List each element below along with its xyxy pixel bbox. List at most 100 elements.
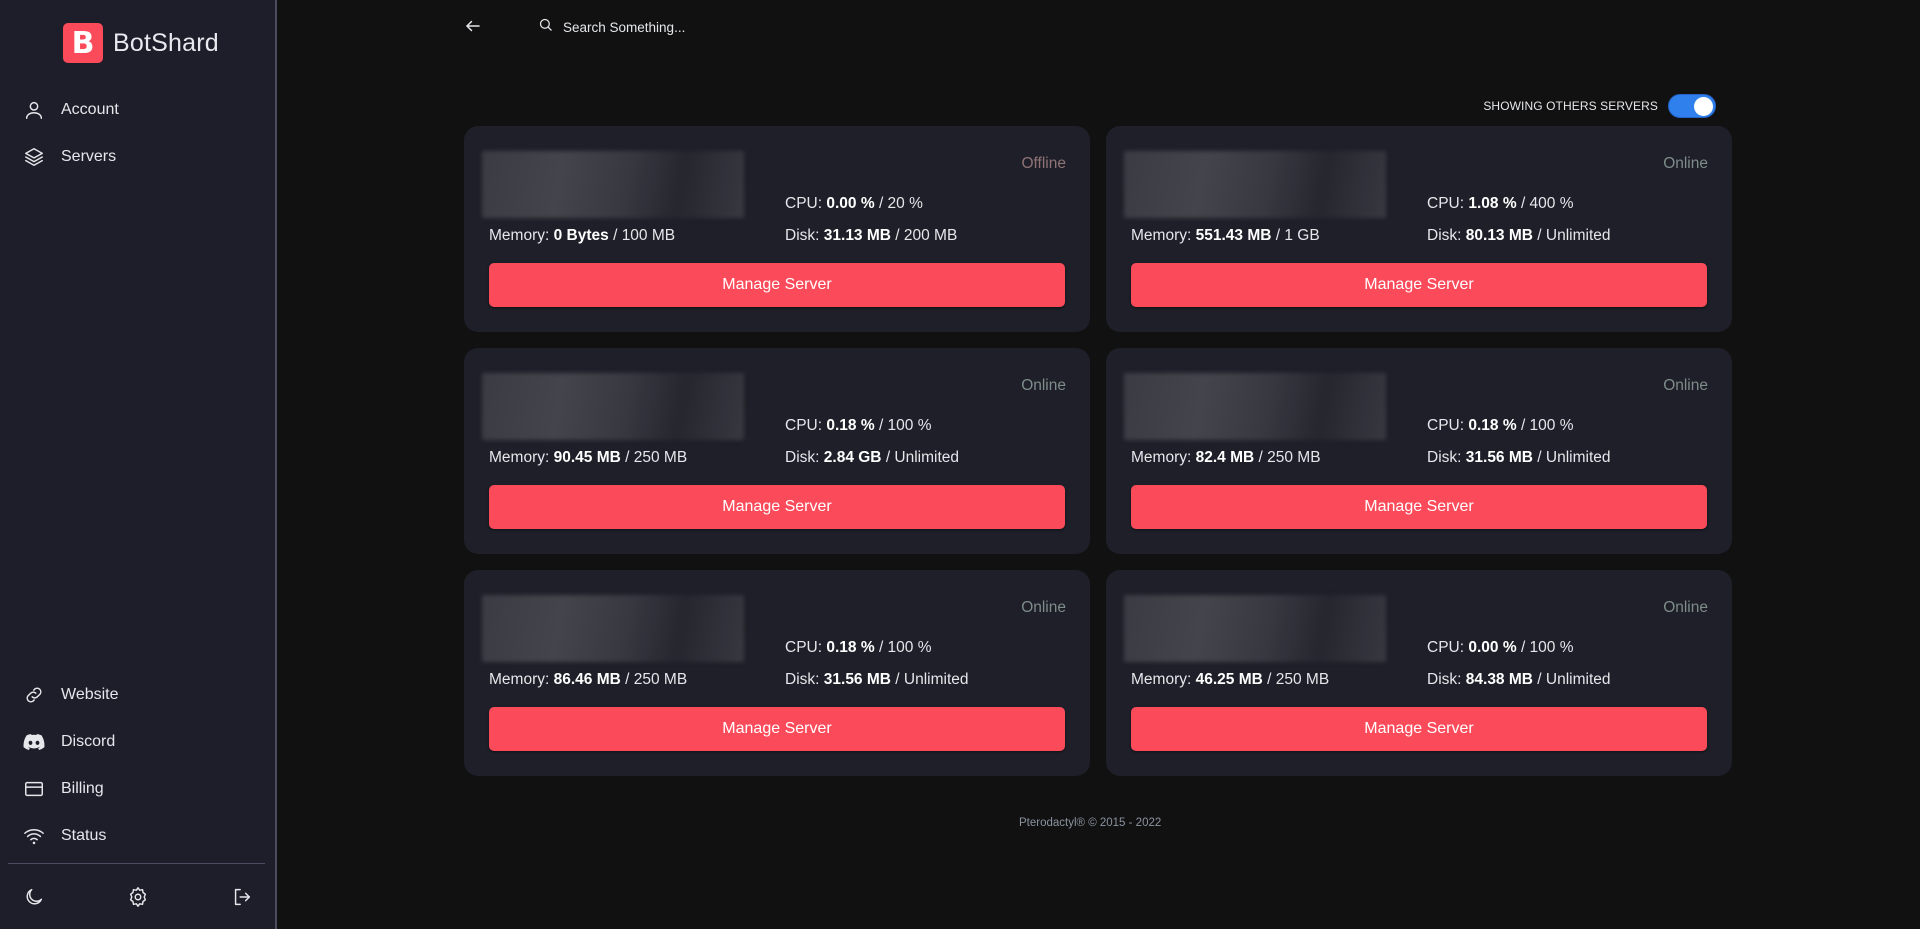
server-card: Online CPU: 0.18 % / 100 % Memory: 90.45… [464,348,1090,554]
sidebar-item-label: Account [61,101,119,118]
cpu-used: 1.08 % [1468,195,1517,212]
toggle-label: SHOWING OTHERS SERVERS [1483,99,1658,113]
memory-label: Memory: [1131,227,1192,244]
logout-icon[interactable] [231,886,255,910]
sidebar-item-discord[interactable]: Discord [22,724,252,760]
server-grid: Offline CPU: 0.00 % / 20 % Memory: 0 Byt… [464,126,1732,776]
disk-used: 31.56 MB [823,671,891,688]
disk-label: Disk: [785,227,820,244]
sidebar-item-website[interactable]: Website [22,677,252,713]
disk-stat: Disk: 80.13 MB / Unlimited [1427,227,1611,245]
sidebar-divider [8,863,265,864]
sidebar: B BotShard Account Servers Website Disco… [0,0,277,929]
cpu-limit: / 400 % [1520,195,1574,212]
cpu-stat: CPU: 0.18 % / 100 % [785,417,932,435]
disk-stat: Disk: 31.13 MB / 200 MB [785,227,957,245]
memory-limit: / 1 GB [1275,227,1320,244]
cpu-label: CPU: [1427,639,1465,656]
manage-server-button[interactable]: Manage Server [489,485,1065,529]
cpu-limit: / 100 % [878,417,932,434]
sidebar-item-label: Servers [61,148,117,165]
server-card: Online CPU: 0.00 % / 100 % Memory: 46.25… [1106,570,1732,776]
server-status: Online [1663,377,1708,394]
disk-label: Disk: [1427,449,1462,466]
server-status: Offline [1021,155,1066,172]
memory-stat: Memory: 86.46 MB / 250 MB [489,671,687,689]
server-name-redacted[interactable] [1124,373,1386,440]
server-status: Online [1021,377,1066,394]
footer-copyright: Pterodactyl® © 2015 - 2022 [1019,817,1162,829]
disk-limit: / Unlimited [1537,671,1611,688]
manage-server-button[interactable]: Manage Server [489,263,1065,307]
brand-name: BotShard [113,28,219,57]
memory-used: 551.43 MB [1195,227,1272,244]
cpu-used: 0.00 % [826,195,875,212]
search-bar [538,14,938,40]
manage-server-button[interactable]: Manage Server [489,707,1065,751]
memory-limit: / 250 MB [625,671,688,688]
memory-limit: / 100 MB [613,227,676,244]
cpu-stat: CPU: 0.00 % / 20 % [785,195,923,213]
sidebar-item-label: Status [61,827,107,844]
server-name-redacted[interactable] [482,595,744,662]
memory-used: 82.4 MB [1195,449,1255,466]
memory-stat: Memory: 46.25 MB / 250 MB [1131,671,1329,689]
disk-used: 2.84 GB [823,449,882,466]
memory-stat: Memory: 90.45 MB / 250 MB [489,449,687,467]
server-status: Online [1021,599,1066,616]
server-status: Online [1663,599,1708,616]
memory-label: Memory: [1131,671,1192,688]
disk-label: Disk: [1427,227,1462,244]
memory-limit: / 250 MB [625,449,688,466]
link-icon [22,684,46,706]
disk-label: Disk: [1427,671,1462,688]
memory-used: 90.45 MB [553,449,621,466]
sidebar-item-servers[interactable]: Servers [22,139,252,175]
cpu-label: CPU: [785,417,823,434]
wifi-icon [22,825,46,847]
disk-stat: Disk: 31.56 MB / Unlimited [785,671,969,689]
server-name-redacted[interactable] [1124,595,1386,662]
brand[interactable]: B BotShard [63,23,219,63]
memory-used: 46.25 MB [1195,671,1263,688]
cpu-label: CPU: [785,639,823,656]
sidebar-item-label: Discord [61,733,116,750]
cpu-stat: CPU: 0.18 % / 100 % [785,639,932,657]
back-button[interactable] [464,17,484,37]
server-name-redacted[interactable] [482,373,744,440]
cpu-label: CPU: [785,195,823,212]
memory-used: 86.46 MB [553,671,621,688]
show-others-servers-toggle[interactable] [1668,94,1716,118]
cpu-used: 0.18 % [1468,417,1517,434]
cpu-label: CPU: [1427,195,1465,212]
memory-label: Memory: [489,227,550,244]
disk-stat: Disk: 84.38 MB / Unlimited [1427,671,1611,689]
disk-used: 80.13 MB [1465,227,1533,244]
sidebar-item-status[interactable]: Status [22,818,252,854]
search-input[interactable] [563,19,903,35]
server-name-redacted[interactable] [1124,151,1386,218]
sidebar-item-account[interactable]: Account [22,92,252,128]
disk-stat: Disk: 2.84 GB / Unlimited [785,449,959,467]
cpu-stat: CPU: 0.00 % / 100 % [1427,639,1574,657]
show-others-servers-toggle-row: SHOWING OTHERS SERVERS [1483,94,1716,118]
manage-server-button[interactable]: Manage Server [1131,263,1707,307]
sidebar-item-billing[interactable]: Billing [22,771,252,807]
user-icon [22,99,46,121]
moon-icon[interactable] [23,886,47,910]
disk-label: Disk: [785,449,820,466]
disk-limit: / 200 MB [895,227,958,244]
memory-label: Memory: [489,671,550,688]
manage-server-button[interactable]: Manage Server [1131,485,1707,529]
manage-server-button[interactable]: Manage Server [1131,707,1707,751]
sidebar-item-label: Billing [61,780,104,797]
cpu-label: CPU: [1427,417,1465,434]
server-name-redacted[interactable] [482,151,744,218]
gear-icon[interactable] [127,886,151,910]
search-icon [538,17,553,37]
sidebar-item-label: Website [61,686,119,703]
brand-logo-icon: B [63,23,103,63]
disk-limit: / Unlimited [1537,227,1611,244]
layers-icon [22,146,46,168]
cpu-stat: CPU: 0.18 % / 100 % [1427,417,1574,435]
